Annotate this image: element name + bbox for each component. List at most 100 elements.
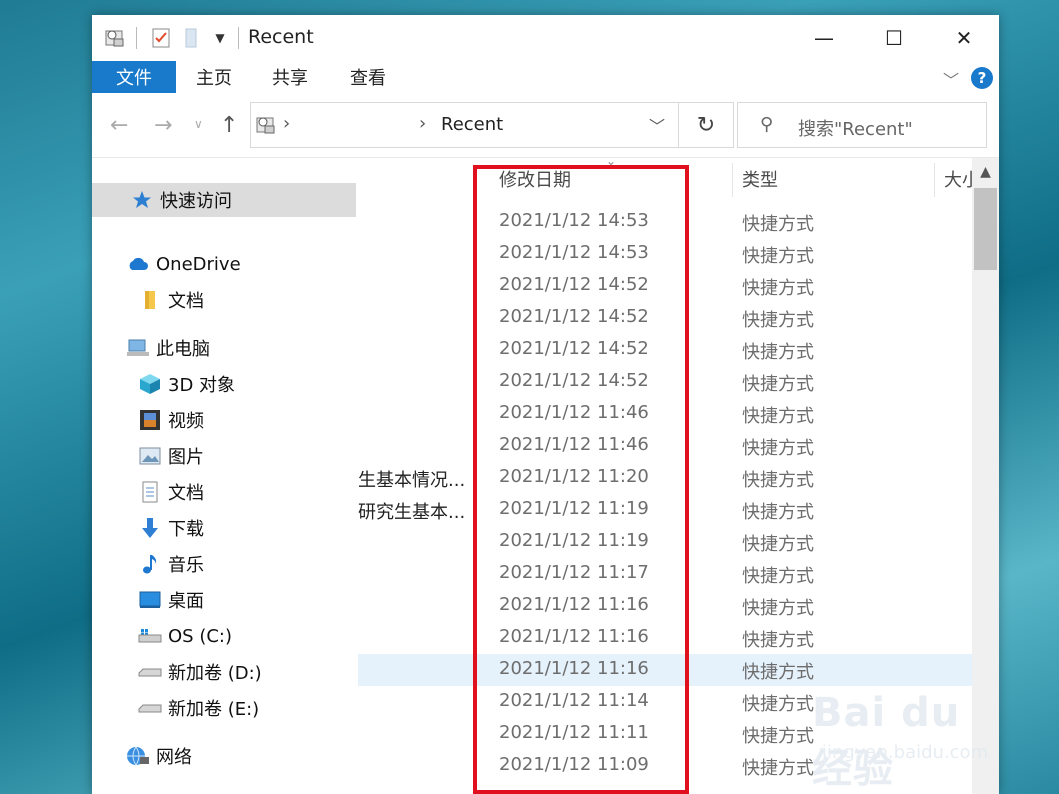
address-bar[interactable]: › › Recent ﹀ — [250, 102, 734, 148]
up-arrow-icon[interactable]: ↑ — [220, 113, 238, 138]
sidebar-item-pictures[interactable]: 图片 — [138, 439, 204, 473]
minimize-button[interactable]: — — [789, 15, 859, 61]
sidebar-item-onedrive[interactable]: OneDrive — [126, 247, 241, 281]
breadcrumb-chevron-icon: › — [419, 113, 427, 134]
customize-toolbar-chevron-icon[interactable]: ▼ — [210, 25, 230, 51]
breadcrumb-chevron-icon[interactable]: › — [283, 113, 290, 134]
date-modified-cell: 2021/1/12 14:52 — [499, 370, 649, 391]
star-pin-icon — [130, 188, 154, 212]
type-cell: 快捷方式 — [742, 662, 814, 683]
type-cell: 快捷方式 — [742, 438, 814, 459]
column-header-size[interactable]: 大小 — [944, 166, 972, 196]
table-row[interactable]: 2021/1/12 14:52 快捷方式 — [358, 302, 972, 334]
cube-icon — [138, 372, 162, 396]
scrollbar-thumb[interactable] — [974, 188, 997, 270]
table-row[interactable]: 2021/1/12 11:17 快捷方式 — [358, 558, 972, 590]
date-modified-cell: 2021/1/12 11:19 — [499, 530, 649, 551]
tab-view[interactable]: 查看 — [338, 61, 398, 93]
sidebar-item-videos[interactable]: 视频 — [138, 403, 204, 437]
new-folder-icon[interactable] — [180, 25, 202, 51]
type-cell: 快捷方式 — [742, 374, 814, 395]
table-row[interactable]: 2021/1/12 14:52 快捷方式 — [358, 366, 972, 398]
checklist-icon[interactable] — [148, 25, 174, 51]
date-modified-cell: 2021/1/12 11:16 — [499, 594, 649, 615]
film-icon — [138, 408, 162, 432]
sidebar-item-label: OS (C:) — [168, 625, 232, 647]
column-header-type[interactable]: 类型 — [742, 166, 778, 196]
back-arrow-icon[interactable]: ← — [110, 113, 128, 138]
sidebar-item-3d-objects[interactable]: 3D 对象 — [138, 367, 235, 401]
table-row[interactable]: 2021/1/12 11:16 快捷方式 — [358, 622, 972, 654]
sort-indicator-icon: ⌄ — [606, 158, 617, 168]
address-dropdown-chevron-icon[interactable]: ﹀ — [649, 113, 665, 137]
table-row[interactable]: 2021/1/12 11:46 快捷方式 — [358, 430, 972, 462]
recent-location-icon — [255, 114, 277, 140]
properties-icon[interactable] — [102, 25, 128, 51]
type-cell: 快捷方式 — [742, 214, 814, 235]
sidebar-item-documents[interactable]: 文档 — [138, 475, 204, 509]
sidebar-item-downloads[interactable]: 下载 — [138, 511, 204, 545]
table-row[interactable]: 2021/1/12 14:52 快捷方式 — [358, 334, 972, 366]
sidebar-item-desktop[interactable]: 桌面 — [138, 583, 204, 617]
column-divider[interactable] — [934, 163, 935, 197]
maximize-button[interactable]: ☐ — [859, 15, 929, 61]
table-row[interactable]: 2021/1/12 11:16 快捷方式 — [358, 590, 972, 622]
table-row[interactable]: 2021/1/12 14:52 快捷方式 — [358, 270, 972, 302]
sidebar-item-music[interactable]: 音乐 — [138, 547, 204, 581]
type-cell: 快捷方式 — [742, 470, 814, 491]
date-modified-cell: 2021/1/12 11:09 — [499, 754, 649, 775]
table-row[interactable]: 2021/1/12 11:46 快捷方式 — [358, 398, 972, 430]
tab-share[interactable]: 共享 — [260, 61, 320, 93]
search-box[interactable]: ⚲ 搜索"Recent" — [737, 102, 987, 148]
sidebar-item-this-pc[interactable]: 此电脑 — [126, 331, 210, 365]
forward-arrow-icon[interactable]: → — [154, 113, 172, 138]
sidebar-item-drive-d[interactable]: 新加卷 (D:) — [138, 655, 262, 689]
watermark-url: jingyan.baidu.com — [822, 742, 989, 763]
sidebar-item-label: 视频 — [168, 411, 204, 432]
ribbon: 文件 主页 共享 查看 ﹀ ? — [92, 61, 999, 95]
recent-locations-chevron-icon[interactable]: ∨ — [194, 117, 203, 131]
sidebar-item-onedrive-documents[interactable]: 文档 — [138, 283, 204, 317]
type-cell: 快捷方式 — [742, 566, 814, 587]
table-row[interactable]: 2021/1/12 14:53 快捷方式 — [358, 238, 972, 270]
help-icon[interactable]: ? — [971, 67, 993, 89]
navigation-bar: ← → ∨ ↑ › › Recent ﹀ ↻ ⚲ 搜索"Recent" — [92, 95, 999, 157]
type-cell: 快捷方式 — [742, 406, 814, 427]
date-modified-cell: 2021/1/12 11:11 — [499, 722, 649, 743]
divider — [238, 27, 239, 49]
table-row[interactable]: 2021/1/12 14:53 快捷方式 — [358, 206, 972, 238]
divider — [136, 27, 137, 49]
table-row[interactable]: 生基本情况... 2021/1/12 11:20 快捷方式 — [358, 462, 972, 494]
date-modified-cell: 2021/1/12 11:16 — [499, 626, 649, 647]
sidebar-item-label: 文档 — [168, 291, 204, 312]
sidebar-item-network[interactable]: 网络 — [126, 739, 192, 773]
drive-icon — [138, 696, 162, 720]
date-modified-cell: 2021/1/12 11:19 — [499, 498, 649, 519]
table-row[interactable]: 研究生基本... 2021/1/12 11:19 快捷方式 — [358, 494, 972, 526]
close-button[interactable]: ✕ — [929, 15, 999, 61]
refresh-button[interactable]: ↻ — [678, 102, 734, 148]
sidebar-item-drive-c[interactable]: OS (C:) — [138, 619, 232, 653]
type-cell: 快捷方式 — [742, 630, 814, 651]
navigation-pane: 快速访问 OneDrive 文档 此电脑 3D 对象 视频 图片 文档 下载 音… — [92, 158, 358, 794]
type-cell: 快捷方式 — [742, 598, 814, 619]
tab-home[interactable]: 主页 — [184, 61, 244, 93]
table-row[interactable]: 2021/1/12 11:19 快捷方式 — [358, 526, 972, 558]
type-cell: 快捷方式 — [742, 694, 814, 715]
scroll-up-arrow-icon[interactable]: ▲ — [972, 164, 999, 180]
sidebar-item-quick-access[interactable]: 快速访问 — [92, 183, 356, 217]
sidebar-item-label: 新加卷 (D:) — [168, 663, 262, 684]
date-modified-cell: 2021/1/12 14:53 — [499, 242, 649, 263]
expand-ribbon-chevron-icon[interactable]: ﹀ — [943, 67, 959, 91]
document-icon — [138, 480, 162, 504]
title-bar: ▼ Recent — ☐ ✕ — [92, 15, 999, 61]
date-modified-cell: 2021/1/12 11:17 — [499, 562, 649, 583]
breadcrumb-current[interactable]: Recent — [441, 114, 503, 135]
tab-file[interactable]: 文件 — [92, 61, 176, 93]
sidebar-item-label: 图片 — [168, 447, 204, 468]
column-header-date-modified[interactable]: 修改日期 — [499, 166, 571, 196]
column-divider[interactable] — [732, 163, 733, 197]
sidebar-item-drive-e[interactable]: 新加卷 (E:) — [138, 691, 259, 725]
baidu-watermark: Bai du 经验 jingyan.baidu.com — [812, 682, 1002, 792]
date-modified-cell: 2021/1/12 11:14 — [499, 690, 649, 711]
